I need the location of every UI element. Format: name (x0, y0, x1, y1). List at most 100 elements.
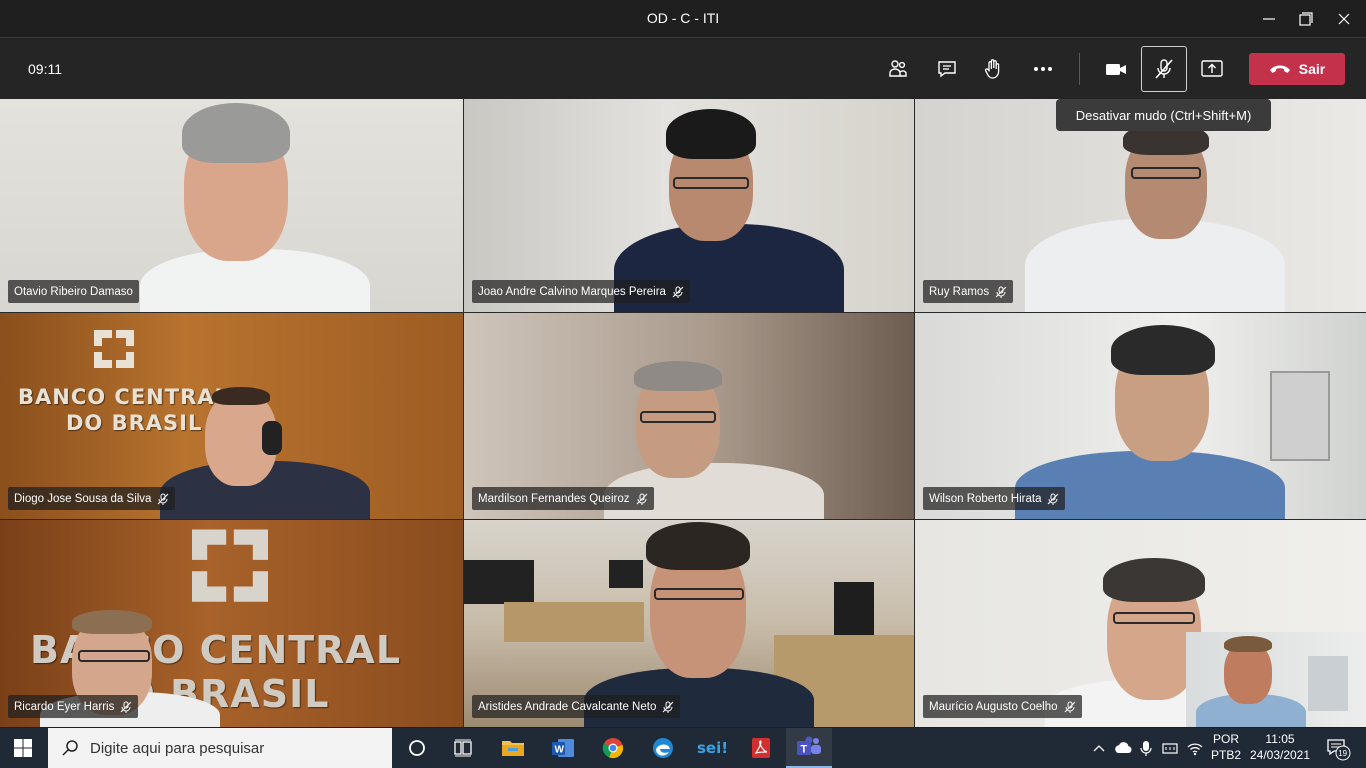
participant-name: Maurício Augusto Coelho (929, 700, 1058, 713)
background-desk (504, 602, 644, 642)
participant-name-tag: Joao Andre Calvino Marques Pereira (472, 280, 690, 303)
share-screen-icon (1201, 60, 1223, 77)
camera-button[interactable] (1093, 46, 1139, 92)
word-letter: W (555, 745, 565, 756)
video-tile[interactable]: BANCO CENTRAL DO BRASIL Ricardo Eyer Har… (0, 520, 463, 727)
participant-name: Ruy Ramos (929, 285, 990, 298)
participant-name-tag: Mardilson Fernandes Queiroz (472, 487, 654, 510)
participant-name-tag: Aristides Andrade Cavalcante Neto (472, 695, 681, 718)
meeting-controls-bar: 09:11 Sair (0, 39, 1366, 99)
title-bar: OD - C - ITI (0, 0, 1366, 38)
task-view-icon (454, 739, 472, 757)
maximize-button[interactable] (1293, 6, 1319, 32)
background-monitor (464, 560, 534, 604)
sei-button[interactable]: sei! (688, 728, 734, 768)
ethernet-icon (1162, 743, 1178, 754)
teams-letter: T (801, 744, 808, 756)
participant-name-tag: Ricardo Eyer Harris (8, 695, 139, 718)
teams-button[interactable]: T (786, 728, 832, 768)
search-icon (62, 740, 78, 756)
participants-icon (889, 60, 907, 77)
bank-logo-icon (170, 520, 290, 615)
raise-hand-icon (984, 59, 1000, 79)
file-explorer-button[interactable] (490, 728, 536, 768)
show-hidden-icons-button[interactable] (1092, 736, 1106, 763)
chat-button[interactable] (924, 46, 970, 92)
video-tile[interactable]: Joao Andre Calvino Marques Pereira (464, 99, 914, 312)
muted-mic-icon (1064, 701, 1075, 713)
participant-name-tag: Diogo Jose Sousa da Silva (8, 487, 176, 510)
cortana-button[interactable] (394, 728, 440, 768)
background-shelf (1270, 371, 1330, 461)
participants-button[interactable] (875, 46, 921, 92)
start-button[interactable] (0, 728, 46, 768)
raise-hand-button[interactable] (970, 46, 1016, 92)
task-view-button[interactable] (440, 728, 486, 768)
search-placeholder: Digite aqui para pesquisar (90, 739, 265, 757)
acrobat-button[interactable] (738, 728, 784, 768)
participant-name: Aristides Andrade Cavalcante Neto (478, 700, 657, 713)
participant-name: Diogo Jose Sousa da Silva (14, 492, 152, 505)
participant-name-tag: Maurício Augusto Coelho (923, 695, 1082, 718)
video-tile[interactable]: Otavio Ribeiro Damaso (0, 99, 463, 312)
more-icon (1034, 67, 1052, 71)
muted-mic-icon (636, 493, 647, 505)
onedrive-tray-button[interactable] (1114, 736, 1134, 763)
background-window (1308, 656, 1348, 711)
edge-button[interactable] (640, 728, 686, 768)
self-view-video[interactable] (1186, 632, 1366, 727)
microphone-muted-icon (1155, 59, 1173, 79)
microphone-button[interactable] (1141, 46, 1187, 92)
controls-divider (1079, 53, 1080, 85)
participant-name-tag: Ruy Ramos (923, 280, 1014, 303)
network-tray-button[interactable] (1160, 736, 1180, 763)
wifi-tray-button[interactable] (1186, 736, 1204, 763)
sei-icon: sei! (697, 739, 726, 757)
video-grid: Otavio Ribeiro Damaso Joao Andre Calvino… (0, 99, 1366, 727)
muted-mic-icon (158, 493, 169, 505)
video-tile[interactable]: Wilson Roberto Hirata (915, 313, 1366, 519)
taskbar-search-box[interactable]: Digite aqui para pesquisar (48, 728, 392, 768)
action-center-button[interactable]: 19 (1318, 728, 1358, 768)
cortana-icon (409, 740, 425, 756)
clock-date: 24/03/2021 (1249, 748, 1311, 762)
more-options-button[interactable] (1020, 46, 1066, 92)
microphone-tray-button[interactable] (1138, 736, 1154, 763)
muted-mic-icon (672, 286, 684, 298)
participant-name: Otavio Ribeiro Damaso (14, 285, 133, 298)
cloud-icon (1115, 742, 1132, 753)
minimize-button[interactable] (1256, 6, 1282, 32)
hang-up-icon (1269, 65, 1290, 73)
input-language-button[interactable]: POR PTB2 (1208, 731, 1244, 763)
chrome-icon (602, 738, 624, 759)
camera-icon (1106, 64, 1126, 75)
video-tile[interactable]: Mardilson Fernandes Queiroz (464, 313, 914, 519)
leave-button[interactable]: Sair (1249, 53, 1345, 85)
language-code: POR (1212, 732, 1239, 746)
close-button[interactable] (1331, 6, 1357, 32)
bank-logo-icon (84, 325, 144, 375)
participant-name: Ricardo Eyer Harris (14, 700, 115, 713)
muted-mic-icon (662, 701, 674, 713)
participant-name-tag: Wilson Roberto Hirata (923, 487, 1066, 510)
sei-label: sei! (697, 739, 726, 757)
file-explorer-icon (502, 741, 524, 756)
keyboard-layout: PTB2 (1210, 748, 1241, 762)
mute-tooltip: Desativar mudo (Ctrl+Shift+M) (1056, 99, 1271, 131)
chrome-button[interactable] (590, 728, 636, 768)
taskbar-clock[interactable]: 11:05 24/03/2021 (1244, 731, 1316, 763)
notifications-icon: 19 (1327, 739, 1351, 761)
microphone-icon (1140, 741, 1152, 756)
share-screen-button[interactable] (1189, 46, 1235, 92)
word-button[interactable]: W (540, 728, 586, 768)
video-tile[interactable]: Aristides Andrade Cavalcante Neto (464, 520, 914, 727)
acrobat-icon (752, 738, 770, 758)
sign-text: BANCO CENTRAL (18, 385, 229, 409)
windows-logo-icon (14, 739, 32, 757)
sign-text: DO BRASIL (66, 411, 203, 435)
participant-name: Joao Andre Calvino Marques Pereira (478, 285, 666, 298)
participant-name-tag: Otavio Ribeiro Damaso (8, 280, 139, 303)
video-tile[interactable]: BANCO CENTRAL DO BRASIL Diogo Jose Sousa… (0, 313, 463, 519)
notification-count: 19 (1338, 749, 1347, 758)
wifi-icon (1187, 743, 1203, 756)
